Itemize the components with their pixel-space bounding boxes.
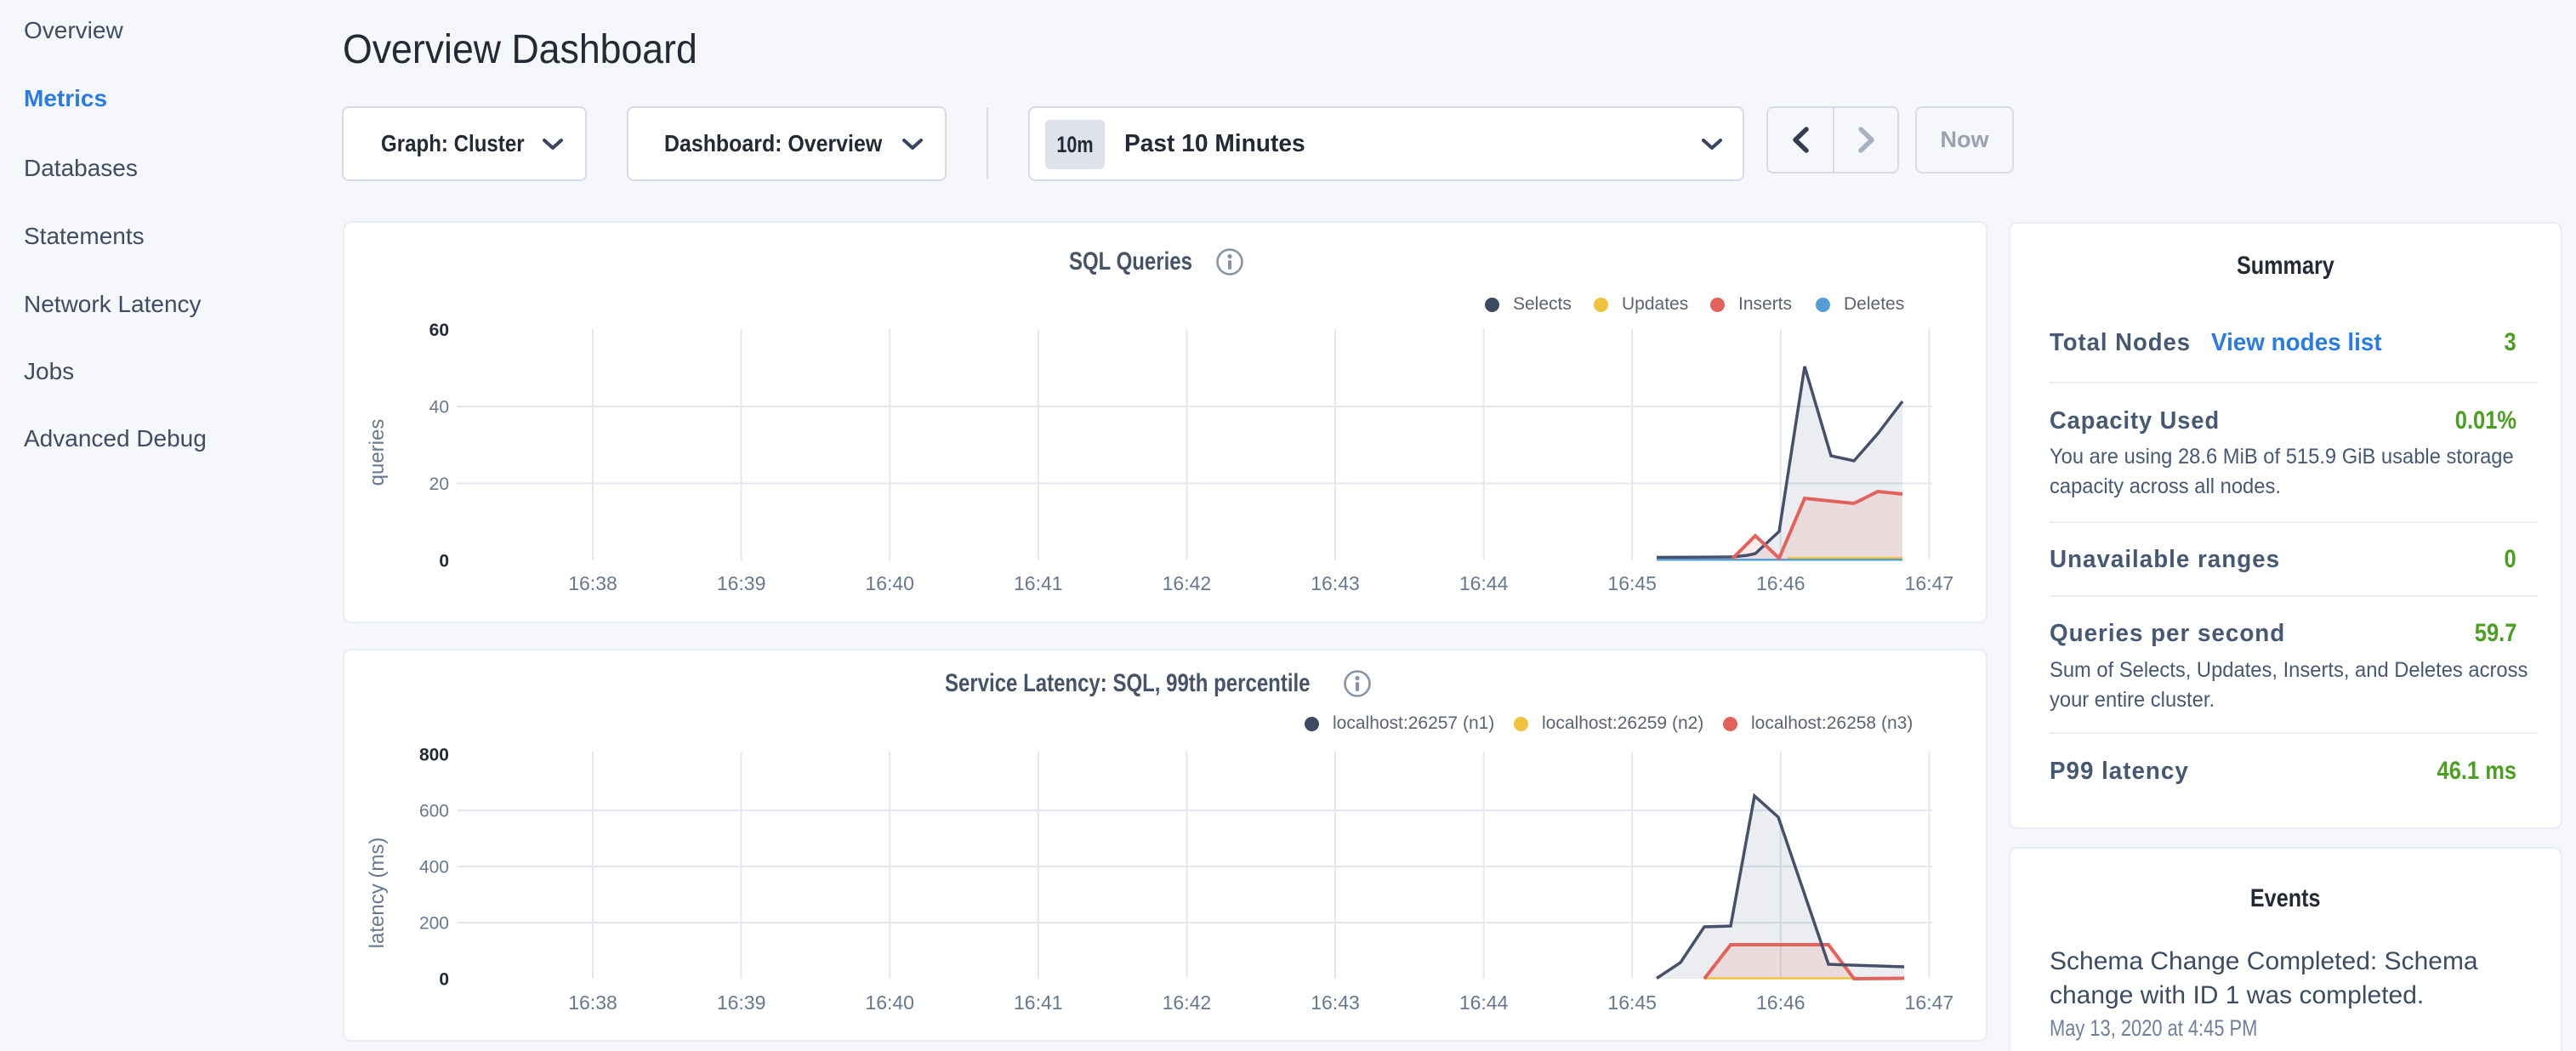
svg-text:800: 800 [419, 746, 449, 765]
svg-text:16:46: 16:46 [1756, 572, 1805, 594]
svg-text:16:43: 16:43 [1311, 991, 1360, 1014]
svg-text:16:45: 16:45 [1607, 991, 1657, 1014]
svg-text:0: 0 [439, 970, 449, 990]
svg-text:16:44: 16:44 [1459, 991, 1509, 1014]
svg-text:16:47: 16:47 [1905, 991, 1954, 1014]
svg-text:16:44: 16:44 [1459, 572, 1509, 594]
svg-text:20: 20 [429, 474, 449, 494]
svg-text:16:39: 16:39 [717, 991, 766, 1014]
svg-text:16:42: 16:42 [1163, 572, 1212, 594]
svg-text:16:40: 16:40 [865, 572, 914, 594]
svg-text:latency (ms): latency (ms) [366, 838, 389, 949]
svg-text:16:41: 16:41 [1014, 572, 1063, 594]
svg-text:600: 600 [419, 802, 449, 821]
svg-text:16:46: 16:46 [1756, 991, 1805, 1014]
svg-text:16:38: 16:38 [568, 991, 617, 1014]
svg-text:16:47: 16:47 [1905, 572, 1954, 594]
svg-text:16:41: 16:41 [1014, 991, 1063, 1014]
svg-text:40: 40 [429, 398, 449, 418]
svg-text:200: 200 [419, 914, 449, 934]
svg-text:16:45: 16:45 [1607, 572, 1657, 594]
svg-text:16:42: 16:42 [1163, 991, 1212, 1014]
svg-text:16:38: 16:38 [568, 572, 617, 594]
svg-text:400: 400 [419, 858, 449, 878]
svg-text:16:43: 16:43 [1311, 572, 1360, 594]
svg-text:60: 60 [429, 321, 449, 340]
svg-text:queries: queries [366, 419, 389, 486]
svg-text:0: 0 [439, 552, 449, 571]
svg-text:16:39: 16:39 [717, 572, 766, 594]
svg-text:16:40: 16:40 [865, 991, 914, 1014]
